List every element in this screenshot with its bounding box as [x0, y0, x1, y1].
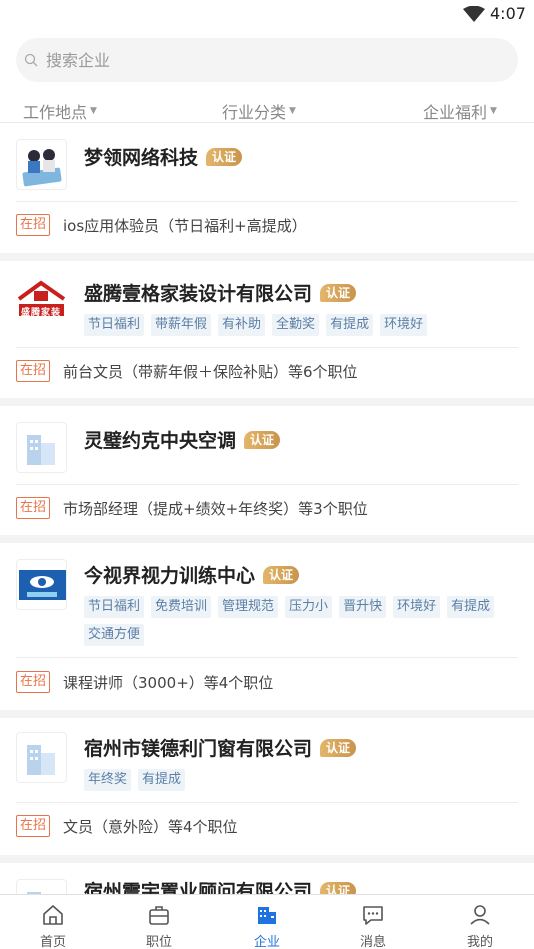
filter-location[interactable]: 工作地点 ▼	[23, 99, 97, 123]
home-icon	[43, 905, 63, 925]
profile-icon	[470, 905, 490, 925]
logo-text: 盛腾家装	[21, 308, 62, 318]
divider	[16, 802, 518, 803]
card-separator	[0, 855, 534, 863]
company-name: 梦领网络科技 认证	[84, 143, 243, 170]
company-card[interactable]: 宿州震宇置业顾问有限公司 认证	[0, 863, 534, 894]
building-icon	[27, 745, 55, 775]
card-separator	[0, 710, 534, 718]
job-summary[interactable]: 在招 课程讲师（3000+）等4个职位	[16, 671, 273, 693]
illustration-logo-icon	[22, 149, 62, 187]
house-logo-icon	[17, 280, 66, 316]
hiring-badge: 在招	[16, 815, 51, 837]
building-icon	[27, 892, 41, 894]
tab-companies[interactable]: 企业	[227, 895, 307, 949]
company-name: 灵璧约克中央空调 认证	[84, 426, 281, 453]
job-summary[interactable]: 在招 前台文员（带薪年假＋保险补贴）等6个职位	[16, 360, 358, 382]
verified-badge: 认证	[320, 283, 357, 302]
verified-badge: 认证	[320, 881, 357, 894]
caret-down-icon: ▼	[90, 106, 97, 116]
benefit-tag: 全勤奖	[272, 314, 320, 336]
benefit-tag: 管理规范	[218, 596, 279, 618]
company-logo	[16, 422, 67, 473]
divider	[16, 347, 518, 348]
benefit-tags: 节日福利 免费培训 管理规范 压力小 晋升快 环境好 有提成 交通方便	[84, 596, 504, 646]
company-card[interactable]: 灵璧约克中央空调 认证 在招 市场部经理（提成+绩效+年终奖）等3个职位	[0, 406, 534, 535]
job-summary[interactable]: 在招 市场部经理（提成+绩效+年终奖）等3个职位	[16, 497, 368, 519]
hiring-badge: 在招	[16, 671, 51, 693]
verified-badge: 认证	[206, 147, 243, 166]
benefit-tag: 晋升快	[339, 596, 387, 618]
benefit-tag: 年终奖	[84, 769, 132, 791]
company-name: 盛腾壹格家装设计有限公司 认证	[84, 279, 357, 306]
company-logo	[16, 732, 67, 783]
search-input[interactable]	[46, 50, 486, 70]
benefit-tags: 年终奖 有提成	[84, 769, 504, 791]
benefit-tag: 环境好	[380, 314, 428, 336]
benefit-tag: 交通方便	[84, 624, 145, 646]
wifi-icon	[463, 6, 485, 22]
company-logo: 盛腾家装	[16, 275, 67, 326]
status-bar: 4:07	[0, 0, 534, 28]
filter-bar: 工作地点 ▼ 行业分类 ▼ 企业福利 ▼	[0, 97, 534, 123]
verified-badge: 认证	[244, 430, 281, 449]
benefit-tag: 压力小	[285, 596, 333, 618]
company-name: 宿州震宇置业顾问有限公司 认证	[84, 877, 357, 894]
message-icon	[363, 906, 383, 925]
benefit-tag: 有提成	[447, 596, 495, 618]
job-summary[interactable]: 在招 文员（意外险）等4个职位	[16, 815, 238, 837]
benefit-tag: 节日福利	[84, 314, 145, 336]
filter-benefits[interactable]: 企业福利 ▼	[423, 99, 497, 123]
job-summary[interactable]: 在招 ios应用体验员（节日福利+高提成）	[16, 214, 307, 236]
company-card[interactable]: 梦领网络科技 认证 在招 ios应用体验员（节日福利+高提成）	[0, 123, 534, 253]
briefcase-icon	[149, 906, 169, 925]
divider	[16, 484, 518, 485]
bottom-tab-bar: 首页 职位 企业 消息 我的	[0, 894, 534, 949]
benefit-tag: 免费培训	[151, 596, 212, 618]
caret-down-icon: ▼	[490, 106, 497, 116]
building-icon	[27, 435, 55, 465]
company-name: 今视界视力训练中心 认证	[84, 561, 300, 588]
company-card[interactable]: 宿州市镁德利门窗有限公司 认证 年终奖 有提成 在招 文员（意外险）等4个职位	[0, 718, 534, 855]
company-logo	[16, 139, 67, 190]
verified-badge: 认证	[320, 738, 357, 757]
benefit-tag: 有提成	[138, 769, 186, 791]
filter-industry[interactable]: 行业分类 ▼	[222, 99, 296, 123]
search-icon	[24, 53, 38, 67]
tab-home[interactable]: 首页	[13, 895, 93, 949]
caret-down-icon: ▼	[289, 106, 296, 116]
benefit-tag: 带薪年假	[151, 314, 212, 336]
benefit-tag: 有补助	[218, 314, 266, 336]
company-card[interactable]: 今视界视力训练中心 认证 节日福利 免费培训 管理规范 压力小 晋升快 环境好 …	[0, 543, 534, 710]
eye-logo-icon	[19, 570, 66, 600]
verified-badge: 认证	[263, 565, 300, 584]
benefit-tag: 环境好	[393, 596, 441, 618]
company-logo	[16, 879, 67, 894]
benefit-tag: 节日福利	[84, 596, 145, 618]
hiring-badge: 在招	[16, 360, 51, 382]
card-separator	[0, 535, 534, 543]
company-logo	[16, 559, 67, 610]
benefit-tags: 节日福利 带薪年假 有补助 全勤奖 有提成 环境好	[84, 314, 504, 336]
tab-messages[interactable]: 消息	[333, 895, 413, 949]
status-time: 4:07	[490, 4, 526, 23]
company-card[interactable]: 盛腾家装 盛腾壹格家装设计有限公司 认证 节日福利 带薪年假 有补助 全勤奖 有…	[0, 261, 534, 398]
tab-profile[interactable]: 我的	[440, 895, 520, 949]
hiring-badge: 在招	[16, 214, 51, 236]
hiring-badge: 在招	[16, 497, 51, 519]
search-bar[interactable]	[16, 38, 518, 82]
benefit-tag: 有提成	[326, 314, 374, 336]
card-separator	[0, 253, 534, 261]
divider	[16, 657, 518, 658]
company-icon	[258, 907, 276, 924]
card-separator	[0, 398, 534, 406]
company-name: 宿州市镁德利门窗有限公司 认证	[84, 734, 357, 761]
tab-jobs[interactable]: 职位	[119, 895, 199, 949]
company-list[interactable]: 梦领网络科技 认证 在招 ios应用体验员（节日福利+高提成） 盛腾家装 盛腾壹…	[0, 123, 534, 894]
divider	[16, 201, 518, 202]
